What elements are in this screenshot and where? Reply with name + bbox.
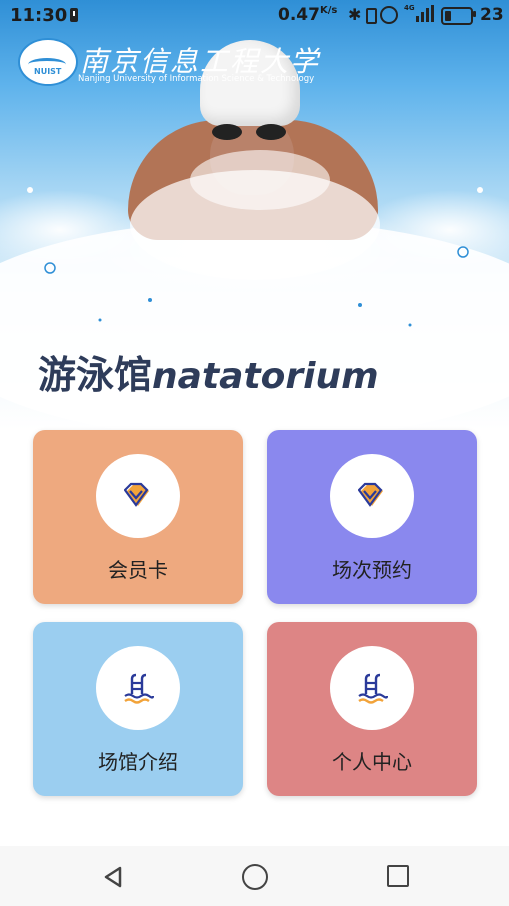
card-icon-circle (96, 454, 180, 538)
card-icon-circle (330, 646, 414, 730)
recent-apps-icon[interactable] (387, 865, 409, 887)
university-name-en: Nanjing University of Information Scienc… (78, 74, 315, 84)
battery-percent: 23 (480, 5, 504, 25)
gem-icon (358, 482, 383, 507)
card-icon-circle (330, 454, 414, 538)
system-nav-bar (0, 846, 509, 906)
bluetooth-icon: ✱ (348, 5, 362, 24)
title-en: natatorium (152, 356, 379, 397)
card-label: 场馆介绍 (98, 750, 178, 774)
personal-center-button[interactable]: 个人中心 (267, 622, 477, 796)
gem-icon (124, 482, 149, 507)
notification-icon (70, 8, 78, 22)
page-title: 游泳馆natatorium (38, 344, 379, 399)
pool-ladder-icon (358, 673, 388, 704)
pool-ladder-icon (124, 673, 154, 704)
swim-goggles (206, 122, 296, 144)
card-icon-circle (96, 646, 180, 730)
venue-intro-button[interactable]: 场馆介绍 (33, 622, 243, 796)
back-icon[interactable] (101, 865, 125, 889)
alarm-icon (380, 6, 398, 24)
card-label: 会员卡 (108, 558, 168, 582)
water-splash (190, 150, 330, 210)
card-label: 场次预约 (332, 558, 412, 582)
session-booking-button[interactable]: 场次预约 (267, 430, 477, 604)
net-speed: 0.47 (278, 5, 320, 25)
status-time: 11:30 (10, 5, 68, 26)
university-logo: NUIST (18, 38, 78, 86)
vibrate-icon (366, 8, 377, 24)
status-bar: 11:30 0.47 K/s ✱ 4G 23 (0, 0, 509, 32)
title-cn: 游泳馆 (38, 353, 153, 397)
logo-text: NUIST (34, 67, 62, 76)
network-type: 4G (404, 4, 415, 12)
battery-icon (441, 7, 473, 25)
card-label: 个人中心 (332, 750, 412, 774)
home-icon[interactable] (242, 864, 268, 890)
net-speed-unit: K/s (320, 5, 338, 16)
membership-card-button[interactable]: 会员卡 (33, 430, 243, 604)
